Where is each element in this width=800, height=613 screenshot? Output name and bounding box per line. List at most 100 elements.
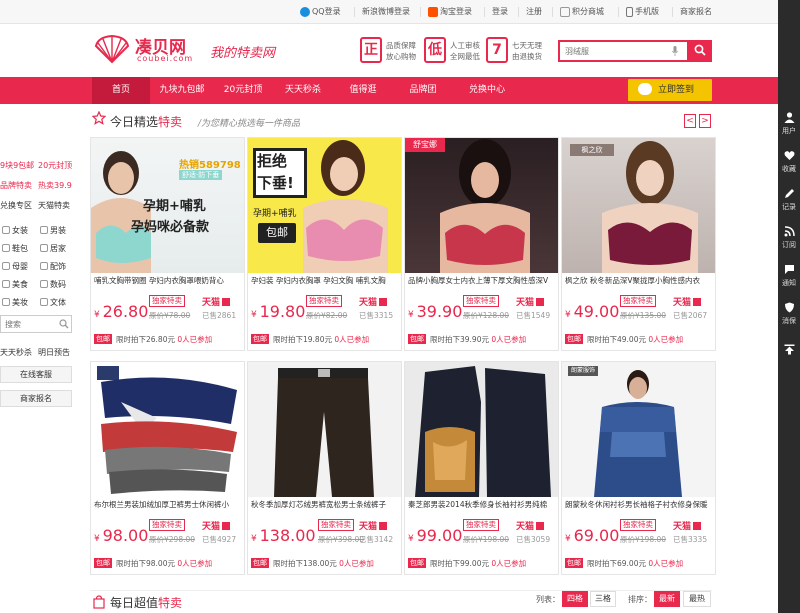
category-baby[interactable]: 母婴 xyxy=(2,261,28,272)
product-card[interactable]: 秋冬季加厚灯芯绒男裤宽松男士条绒裤子 ¥ 138.00 独家特卖 原价¥398.… xyxy=(247,361,402,575)
category-women[interactable]: 女装 xyxy=(2,225,28,236)
tmall-icon xyxy=(222,522,231,530)
product-image[interactable]: 枫之欣 xyxy=(562,138,715,273)
product-card[interactable]: 拒绝 下垂! 孕期+哺乳 包邮 孕妇装 孕妇内衣胸罩 孕妇文胸 哺乳文胸 ¥ 1… xyxy=(247,137,402,351)
product-image[interactable] xyxy=(405,362,558,497)
next-arrow-icon[interactable]: > xyxy=(699,114,711,128)
feature-line: 人工审核 xyxy=(450,41,480,50)
back-to-top-button[interactable] xyxy=(778,340,800,376)
category-label: 美食 xyxy=(12,280,28,289)
category-food[interactable]: 美食 xyxy=(2,279,28,290)
leftbar-search-input[interactable] xyxy=(5,319,55,330)
product-card[interactable]: 秦芝郎男装2014秋季修身长袖衬衫男纯棉 ¥ 99.00 独家特卖 原价¥198… xyxy=(404,361,559,575)
product-image[interactable]: 热销589798 舒适·防下垂 孕期+哺乳 孕妈咪必备款 xyxy=(91,138,244,273)
sidebar-favorites[interactable]: 收藏 xyxy=(778,146,800,182)
online-service-button[interactable]: 在线客服 xyxy=(0,366,72,383)
points-mall-link[interactable]: 积分商城 xyxy=(560,0,604,24)
search-button[interactable] xyxy=(687,40,712,62)
sort-hottest-button[interactable]: 最热 xyxy=(683,591,711,607)
nav-9-9[interactable]: 九块九包邮 xyxy=(152,77,212,104)
shell-logo-icon[interactable] xyxy=(93,34,131,64)
product-image[interactable]: 舒宝娜 xyxy=(405,138,558,273)
product-image[interactable] xyxy=(91,362,244,497)
product-title[interactable]: 品牌小胸厚女士内衣上薄下厚文胸性感深V xyxy=(408,275,556,287)
four-column-button[interactable]: 四格 xyxy=(562,591,588,607)
checkin-button[interactable]: 立即签到 xyxy=(628,79,712,101)
card-footer: 包邮 限时拍下99.00元 0人已参加 xyxy=(408,558,556,571)
merchant-report-button[interactable]: 商家报名 xyxy=(0,390,72,407)
product-title[interactable]: 朗蒙秋冬休闲衬衫男长袖格子衬衣修身保暖 xyxy=(565,499,713,511)
section-today-header: 今日精选特卖 /为您精心挑选每一件商品 xyxy=(90,107,712,133)
category-stationery[interactable]: 文体 xyxy=(40,297,66,308)
mobile-link[interactable]: 手机版 xyxy=(626,0,659,24)
taobao-login-label: 淘宝登录 xyxy=(440,7,472,16)
rss-icon xyxy=(784,226,795,237)
sidebar-user[interactable]: 用户 xyxy=(778,108,800,144)
nav-brand[interactable]: 品牌团 xyxy=(394,77,452,104)
join-count: 0人已参加 xyxy=(491,335,527,344)
sort-newest-button[interactable]: 最新 xyxy=(654,591,680,607)
merchant-signup-link[interactable]: 商家报名 xyxy=(680,0,712,24)
leftbar-link[interactable]: 明日预告 xyxy=(38,347,70,358)
weibo-login-link[interactable]: 新浪微博登录 xyxy=(362,0,410,24)
nav-flash-sale[interactable]: 天天秒杀 xyxy=(274,77,332,104)
product-title[interactable]: 孕妇装 孕妇内衣胸罩 孕妇文胸 哺乳文胸 xyxy=(251,275,399,287)
login-link[interactable]: 登录 xyxy=(492,0,508,24)
sidebar-history[interactable]: 记录 xyxy=(778,184,800,220)
original-price: 原价¥128.00 xyxy=(463,311,510,320)
tmall-tag: 天猫 xyxy=(673,295,702,308)
product-title[interactable]: 秋冬季加厚灯芯绒男裤宽松男士条绒裤子 xyxy=(251,499,399,511)
product-image[interactable]: 拒绝 下垂! 孕期+哺乳 包邮 xyxy=(248,138,401,273)
leftbar-link[interactable]: 天猫特卖 xyxy=(38,200,70,211)
nav-worth-browsing[interactable]: 值得逛 xyxy=(334,77,392,104)
nav-20-cap[interactable]: 20元封顶 xyxy=(214,77,272,104)
limited-price: 限时拍下19.80元 xyxy=(273,335,332,344)
leftbar-link[interactable]: 兑换专区 xyxy=(0,200,32,211)
feature-line: 由退换货 xyxy=(512,52,542,61)
category-men[interactable]: 男装 xyxy=(40,225,66,236)
qq-login-link[interactable]: QQ登录 xyxy=(300,0,341,24)
microphone-icon[interactable] xyxy=(672,46,678,56)
nav-exchange[interactable]: 兑换中心 xyxy=(456,77,518,104)
prev-arrow-icon[interactable]: < xyxy=(684,114,696,128)
sidebar-subscribe[interactable]: 订阅 xyxy=(778,222,800,258)
category-shoes[interactable]: 鞋包 xyxy=(2,243,28,254)
register-link[interactable]: 注册 xyxy=(526,0,542,24)
promo-text: 拒绝 xyxy=(257,152,288,170)
leftbar-link[interactable]: 热卖39.9 xyxy=(38,180,72,191)
sidebar-notifications[interactable]: 通知 xyxy=(778,260,800,296)
search-icon[interactable] xyxy=(59,319,69,329)
product-card[interactable]: 舒宝娜 品牌小胸厚女士内衣上薄下厚文胸性感深V ¥ 39.90 独家特卖 原价¥… xyxy=(404,137,559,351)
three-column-button[interactable]: 三格 xyxy=(590,591,616,607)
product-title[interactable]: 秦芝郎男装2014秋季修身长袖衬衫男纯棉 xyxy=(408,499,556,511)
leftbar-link[interactable]: 天天秒杀 xyxy=(0,347,32,358)
original-price: 原价¥135.00 xyxy=(620,311,667,320)
search-input[interactable] xyxy=(565,44,665,59)
product-image[interactable] xyxy=(248,362,401,497)
product-card[interactable]: 枫之欣 枫之欣 秋冬新品深V聚拢厚小胸性感内衣 ¥ 49.00 独家特卖 原价¥… xyxy=(561,137,716,351)
product-card[interactable]: 布尔根兰男装加绒加厚卫裤男士休闲裤小 ¥ 98.00 独家特卖 原价¥298.0… xyxy=(90,361,245,575)
product-title[interactable]: 哺乳文胸带钢圈 孕妇内衣胸罩喂奶背心 xyxy=(94,275,242,287)
product-image[interactable]: 朗蒙服饰 xyxy=(562,362,715,497)
category-digital[interactable]: 数码 xyxy=(40,279,66,290)
product-card[interactable]: 朗蒙服饰 朗蒙秋冬休闲衬衫男长袖格子衬衣修身保暖 ¥ 69.00 独家特卖 原价… xyxy=(561,361,716,575)
product-title[interactable]: 枫之欣 秋冬新品深V聚拢厚小胸性感内衣 xyxy=(565,275,713,287)
category-home[interactable]: 居家 xyxy=(40,243,66,254)
product-title[interactable]: 布尔根兰男装加绒加厚卫裤男士休闲裤小 xyxy=(94,499,242,511)
category-beauty[interactable]: 美妆 xyxy=(2,297,28,308)
sidebar-protection[interactable]: 消保 xyxy=(778,298,800,334)
product-card[interactable]: 热销589798 舒适·防下垂 孕期+哺乳 孕妈咪必备款 哺乳文胸带钢圈 孕妇内… xyxy=(90,137,245,351)
nav-home[interactable]: 首页 xyxy=(92,77,150,104)
sold-count: 已售1549 xyxy=(516,311,551,320)
category-accessories[interactable]: 配饰 xyxy=(40,261,66,272)
section-subtitle: /为您精心挑选每一件商品 xyxy=(198,119,301,129)
leftbar-link[interactable]: 品牌特卖 xyxy=(0,180,32,191)
home-icon xyxy=(40,244,48,252)
leftbar-link[interactable]: 20元封顶 xyxy=(38,160,72,171)
leftbar-link[interactable]: 9块9包邮 xyxy=(0,160,34,171)
product-price: ¥ 69.00 xyxy=(565,526,620,545)
points-mall-label: 积分商城 xyxy=(572,7,604,16)
sold-count: 已售3142 xyxy=(359,535,394,544)
product-photo xyxy=(602,141,698,273)
taobao-login-link[interactable]: 淘宝登录 xyxy=(428,0,472,24)
